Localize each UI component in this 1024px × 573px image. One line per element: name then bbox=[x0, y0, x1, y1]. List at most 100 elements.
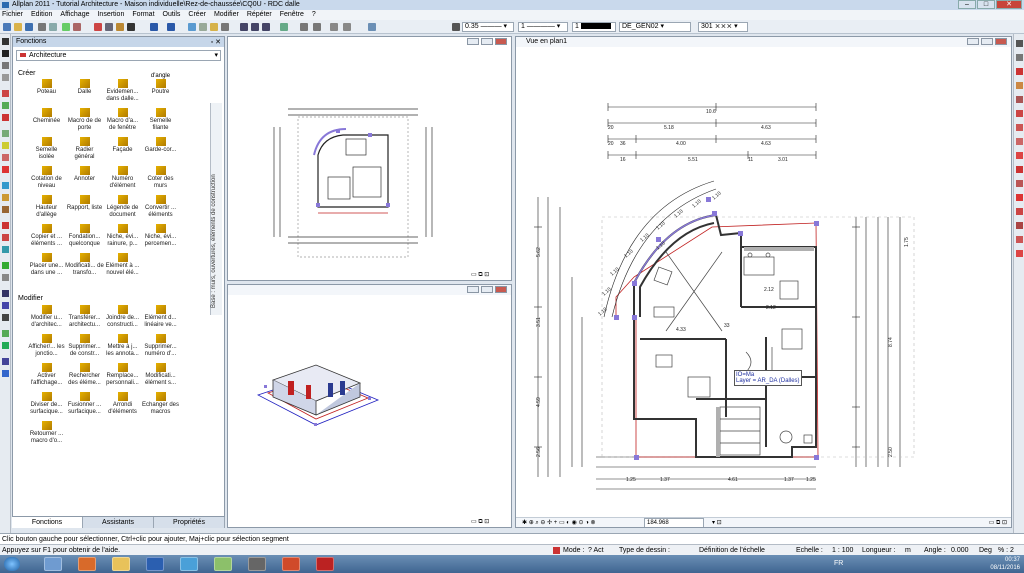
zoom-scale-field[interactable]: 184.968 bbox=[644, 518, 704, 527]
wireframe-icon[interactable] bbox=[1016, 138, 1023, 145]
menu-fichier[interactable]: Fichier bbox=[2, 10, 23, 20]
layer-select[interactable]: DE_GEN02 ▾ bbox=[619, 22, 691, 32]
redo-icon[interactable] bbox=[167, 23, 175, 31]
select-tool-icon[interactable] bbox=[2, 290, 9, 297]
plot-icon[interactable] bbox=[73, 23, 81, 31]
module-select[interactable]: Architecture ▾ bbox=[16, 50, 221, 61]
tool-macro-de-de-porte[interactable]: Macro de de porte bbox=[65, 108, 104, 132]
rotate-icon[interactable] bbox=[2, 194, 9, 201]
view-front-icon[interactable] bbox=[1016, 54, 1023, 61]
tool-modificati-de-transfo[interactable]: Modificati... de transfo... bbox=[65, 253, 104, 277]
taskbar-app-icon[interactable] bbox=[180, 557, 198, 571]
material-icon[interactable] bbox=[1016, 194, 1023, 201]
tool-c-icon[interactable] bbox=[330, 23, 338, 31]
taskbar-allplan-icon[interactable] bbox=[282, 557, 300, 571]
tool-copier-et-elements[interactable]: Copier et ... éléments ... bbox=[27, 224, 66, 248]
tool-dalle[interactable]: Dalle bbox=[65, 79, 104, 96]
line-tool-icon[interactable] bbox=[2, 90, 9, 97]
tool-placer-une-dans-une[interactable]: Placer une... dans une ... bbox=[27, 253, 66, 277]
line-type-select[interactable]: 1 ———— ▾ bbox=[518, 22, 568, 32]
menu-help[interactable]: ? bbox=[312, 10, 316, 20]
tool-convertir-elements[interactable]: Convertir ... éléments bbox=[141, 195, 180, 219]
copy-icon[interactable] bbox=[105, 23, 113, 31]
modify-tool-arrondi-d-elements[interactable]: Arrondi d'éléments bbox=[103, 392, 142, 416]
print-icon[interactable] bbox=[38, 23, 46, 31]
navigator-icon[interactable] bbox=[280, 23, 288, 31]
minimize-button[interactable]: – bbox=[958, 0, 976, 9]
camera-icon[interactable] bbox=[1016, 166, 1023, 173]
main-viewport-maximize-button[interactable] bbox=[981, 38, 993, 45]
measure-icon[interactable] bbox=[2, 302, 9, 309]
tool-poteau[interactable]: Poteau bbox=[27, 79, 66, 96]
view-top-icon[interactable] bbox=[1016, 40, 1023, 47]
text-icon[interactable] bbox=[2, 50, 9, 57]
trim-icon[interactable] bbox=[2, 222, 9, 229]
mirror-icon[interactable] bbox=[2, 182, 9, 189]
tool-facade[interactable]: Façade bbox=[103, 137, 142, 154]
modify-tool-retourner-macro-d-o[interactable]: Retourner ... macro d'o... bbox=[27, 421, 66, 445]
modify-tool-diviser-de-surfacique[interactable]: Diviser de... surfacique... bbox=[27, 392, 66, 416]
dim-tool-icon[interactable] bbox=[2, 130, 9, 137]
tool-semelle-filante[interactable]: Semelle filante bbox=[141, 108, 180, 132]
layer-icon[interactable] bbox=[210, 23, 218, 31]
palette-side-tab[interactable]: Base : murs, ouvertures, éléments de con… bbox=[210, 103, 222, 315]
viewport-3d-nav-icon[interactable]: ▭ ⧉ ⊡ bbox=[471, 519, 489, 525]
tool-hauteur-d-allege[interactable]: Hauteur d'allège bbox=[27, 195, 66, 219]
tab-proprietes[interactable]: Propriétés bbox=[154, 517, 225, 528]
tool-numero-d-element[interactable]: Numéro d'élément bbox=[103, 166, 142, 190]
modify-tool-supprimer-de-constr[interactable]: Supprimer... de constr... bbox=[65, 334, 104, 358]
main-viewport-minimize-button[interactable] bbox=[967, 38, 979, 45]
modify-tool-element-d-lineaire-ve[interactable]: Elément d... linéaire ve... bbox=[141, 305, 180, 329]
tab-fonctions[interactable]: Fonctions bbox=[12, 517, 83, 528]
modify-tool-modificati-element-s[interactable]: Modificati... élément s... bbox=[141, 363, 180, 387]
solid-icon[interactable] bbox=[1016, 236, 1023, 243]
plant-icon[interactable] bbox=[2, 330, 9, 337]
tool-coter-des-murs[interactable]: Coter des murs bbox=[141, 166, 180, 190]
modify-tool-joindre-de-constructi[interactable]: Joindre de... constructi... bbox=[103, 305, 142, 329]
filter-tool-icon[interactable] bbox=[2, 342, 9, 349]
paste-icon[interactable] bbox=[116, 23, 124, 31]
menu-creer[interactable]: Créer bbox=[188, 10, 206, 20]
palette-close-icon[interactable]: ▫ ✕ bbox=[211, 38, 221, 48]
tool-b-icon[interactable] bbox=[313, 23, 321, 31]
copy-tool-icon[interactable] bbox=[2, 74, 9, 81]
tool-d-icon[interactable] bbox=[343, 23, 351, 31]
taskbar-firefox-icon[interactable] bbox=[78, 557, 96, 571]
tool-rapport-liste[interactable]: Rapport, liste bbox=[65, 195, 104, 212]
offset-icon[interactable] bbox=[2, 246, 9, 253]
modify-tool-activer-l-affichage[interactable]: Activer l'affichage... bbox=[27, 363, 66, 387]
zoom-icon[interactable] bbox=[188, 23, 196, 31]
modify-tool-modifier-u-d-architec[interactable]: Modifier u... d'architec... bbox=[27, 305, 66, 329]
fill-tool-icon[interactable] bbox=[2, 154, 9, 161]
view-2-icon[interactable] bbox=[251, 23, 259, 31]
properties-tool-icon[interactable] bbox=[2, 370, 9, 377]
surface-icon[interactable] bbox=[1016, 222, 1023, 229]
menu-affichage[interactable]: Affichage bbox=[60, 10, 89, 20]
modify-tool-fusionner-surfacique[interactable]: Fusionner ... surfacique... bbox=[65, 392, 104, 416]
tool-fondation-quelconque[interactable]: Fondation... quelconque bbox=[65, 224, 104, 248]
tool-semelle-isolee[interactable]: Semelle isolée bbox=[27, 137, 66, 161]
modify-tool-rechercher-des-eleme[interactable]: Rechercher des éléme... bbox=[65, 363, 104, 387]
taskbar-word-icon[interactable] bbox=[146, 557, 164, 571]
tray-clock[interactable]: 00:37 08/11/2016 bbox=[990, 556, 1020, 572]
viewport-main[interactable]: Vue en plan1 10.6 5.18 4.63 20 20 36 4.0… bbox=[515, 36, 1012, 528]
taskbar-paint-icon[interactable] bbox=[214, 557, 232, 571]
tool-radier-general[interactable]: Radier général bbox=[65, 137, 104, 161]
menu-repeter[interactable]: Répéter bbox=[247, 10, 272, 20]
modify-tool-mettre-a-j-les-annota[interactable]: Mettre à j... les annota... bbox=[103, 334, 142, 358]
hatch-select[interactable]: 301 ⨯⨯⨯ ▾ bbox=[698, 22, 748, 32]
modify-tool-echanger-des-macros[interactable]: Echanger des macros bbox=[141, 392, 180, 416]
hatch-tool-icon[interactable] bbox=[2, 142, 9, 149]
taskbar-folder-icon[interactable] bbox=[112, 557, 130, 571]
section-icon[interactable] bbox=[1016, 110, 1023, 117]
tool-annoter[interactable]: Annoter bbox=[65, 166, 104, 183]
slab-tool-icon[interactable] bbox=[2, 274, 9, 281]
modify-tool-remplace-personnali[interactable]: Remplace... personnali... bbox=[103, 363, 142, 387]
model-icon[interactable] bbox=[1016, 124, 1023, 131]
tool-element-a-nouvel-ele[interactable]: Elément à ... nouvel élé... bbox=[103, 253, 142, 277]
view-1-icon[interactable] bbox=[240, 23, 248, 31]
taskbar-pdf-icon[interactable] bbox=[316, 557, 334, 571]
viewport-plan-small[interactable]: ▭ ⧉ ⊡ bbox=[227, 36, 512, 281]
pen-thickness-select[interactable]: 0.35 ——— ▾ bbox=[462, 22, 514, 32]
filter-icon[interactable] bbox=[221, 23, 229, 31]
